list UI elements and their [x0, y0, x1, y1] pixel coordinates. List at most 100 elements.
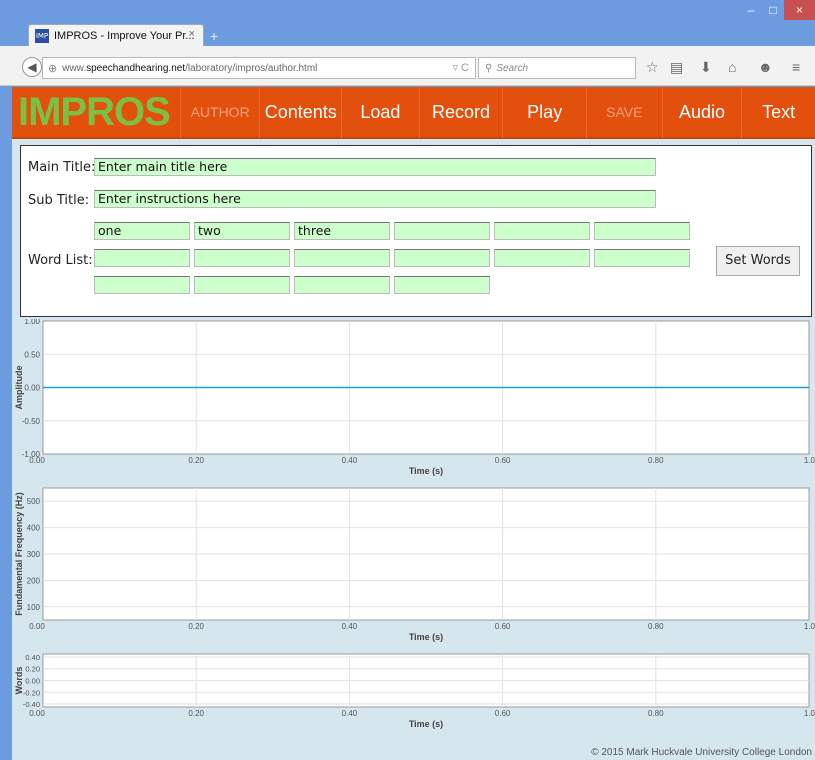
page-content: IMPROS AUTHOR Contents Load Record Play SAVE A…	[12, 86, 815, 760]
sub-title-label: Sub Title:	[28, 193, 90, 208]
browser-window: IMP IMPROS - Improve Your Pr... × + – □ …	[0, 0, 815, 760]
plot-0-x-tick-label: 0.40	[342, 456, 358, 465]
menu-item-text[interactable]: Text	[741, 86, 815, 138]
search-bar[interactable]: ⚲ Search	[478, 57, 636, 79]
menu-item-record[interactable]: Record	[418, 86, 503, 138]
hamburger-menu-icon[interactable]: ≡	[792, 59, 800, 75]
plot-1-x-axis-label: Time (s)	[409, 632, 443, 642]
word-input-10[interactable]	[394, 249, 490, 267]
plot-2-x-tick-label: 0.00	[29, 709, 45, 718]
reload-icon[interactable]: ▿ C	[452, 61, 469, 74]
plot-0-x-tick-label: 0.80	[648, 456, 664, 465]
url-prefix: www.	[62, 62, 87, 74]
plot-1-y-tick-label: 200	[27, 576, 41, 585]
home-icon[interactable]: ⌂	[728, 59, 736, 75]
new-tab-icon[interactable]: +	[210, 28, 218, 44]
word-input-11[interactable]	[494, 249, 590, 267]
plot-1-x-tick-label: 0.20	[188, 622, 204, 631]
plot-2-x-tick-label: 0.80	[648, 709, 664, 718]
plot-2-x-tick-label: 0.40	[342, 709, 358, 718]
plot-2-y-tick-label: -0.20	[23, 688, 40, 697]
plot-2-x-axis-label: Time (s)	[409, 719, 443, 729]
globe-icon: ⊕	[48, 62, 58, 75]
plot-0-y-tick-label: -1.00	[22, 450, 41, 459]
search-icon: ⚲	[485, 62, 493, 74]
word-list-label: Word List:	[28, 253, 93, 268]
word-input-16[interactable]	[394, 276, 490, 294]
url-bar[interactable]: ⊕ www. speechandhearing.net/laboratory/im…	[42, 57, 476, 79]
plot-2-x-tick-label: 0.60	[495, 709, 511, 718]
plot-2-y-tick-label: 0.40	[25, 653, 40, 662]
word-input-14[interactable]	[194, 276, 290, 294]
chat-icon[interactable]: ☻	[758, 59, 773, 75]
word-input-2[interactable]: two	[194, 222, 290, 240]
author-panel: Main Title: Enter main title here Sub Ti…	[20, 145, 812, 317]
browser-tab[interactable]: IMP IMPROS - Improve Your Pr... ×	[28, 24, 204, 46]
word-input-12[interactable]	[594, 249, 690, 267]
main-title-label: Main Title:	[28, 160, 96, 175]
plot-2-y-tick-label: 0.20	[25, 665, 40, 674]
word-input-3[interactable]: three	[294, 222, 390, 240]
plot-1-x-tick-label: 0.60	[495, 622, 511, 631]
plot-0-y-axis-label: Amplitude	[14, 366, 24, 410]
url-host: speechandhearing.net	[86, 62, 186, 74]
plot-0-y-tick-label: 0.50	[24, 350, 40, 359]
menu-item-author[interactable]: AUTHOR	[179, 86, 260, 138]
word-input-1[interactable]: one	[94, 222, 190, 240]
main-menu: IMPROS AUTHOR Contents Load Record Play SAVE A…	[12, 86, 815, 139]
reading-list-icon[interactable]: ▤	[670, 59, 683, 76]
plot-0-x-axis-label: Time (s)	[409, 466, 443, 476]
back-arrow-icon[interactable]: ◀	[22, 57, 42, 77]
plot-0-x-tick-label: 0.20	[188, 456, 204, 465]
favicon-icon: IMP	[35, 28, 49, 43]
plot-2-y-tick-label: -0.40	[23, 700, 40, 709]
plot-2-x-tick-label: 0.20	[188, 709, 204, 718]
plots-area: 0.00 0.20 0.40 0.60 0.80 1.0 -1.00 -0.50 0.00 0.5…	[14, 319, 815, 729]
word-input-7[interactable]	[94, 249, 190, 267]
word-input-8[interactable]	[194, 249, 290, 267]
menu-item-contents[interactable]: Contents	[259, 86, 341, 138]
main-title-input[interactable]: Enter main title here	[94, 158, 656, 176]
tab-close-icon[interactable]: ×	[189, 28, 195, 40]
plot-1-x-tick-label: 1.0	[804, 622, 815, 631]
plot-1-x-tick-label: 0.00	[29, 622, 45, 631]
plot-0-y-tick-label: -0.50	[22, 417, 41, 426]
download-icon[interactable]: ⬇	[700, 59, 712, 76]
plot-1-x-tick-label: 0.80	[648, 622, 664, 631]
menu-item-save[interactable]: SAVE	[586, 86, 662, 138]
set-words-button[interactable]: Set Words	[716, 246, 800, 276]
url-path: /laboratory/impros/author.html	[185, 62, 318, 74]
copyright-text: © 2015 Mark Huckvale University College …	[591, 747, 812, 758]
plot-0-x-tick-label: 0.60	[495, 456, 511, 465]
tab-title: IMPROS - Improve Your Pr...	[54, 29, 195, 42]
bookmark-star-icon[interactable]: ☆	[646, 59, 659, 76]
plot-1-x-tick-label: 0.40	[342, 622, 358, 631]
plot-2-x-tick-label: 1.0	[804, 709, 815, 718]
word-input-6[interactable]	[594, 222, 690, 240]
word-input-15[interactable]	[294, 276, 390, 294]
plot-1-y-tick-label: 100	[27, 603, 41, 612]
word-input-4[interactable]	[394, 222, 490, 240]
plot-1-y-tick-label: 400	[27, 524, 41, 533]
impros-logo: IMPROS	[18, 90, 171, 134]
navigation-bar: ◀ ⊕ www. speechandhearing.net/laboratory/…	[0, 46, 815, 86]
word-input-5[interactable]	[494, 222, 590, 240]
sub-title-input[interactable]: Enter instructions here	[94, 190, 656, 208]
plot-2-y-axis-label: Words	[14, 667, 24, 695]
title-bar: IMP IMPROS - Improve Your Pr... × + – □ …	[0, 0, 815, 46]
menu-item-load[interactable]: Load	[341, 86, 419, 138]
word-input-13[interactable]	[94, 276, 190, 294]
close-window-button[interactable]: ×	[784, 0, 815, 20]
search-placeholder: Search	[496, 62, 529, 74]
maximize-button[interactable]: □	[762, 0, 784, 20]
minimize-button[interactable]: –	[740, 0, 762, 20]
menu-item-audio[interactable]: Audio	[661, 86, 742, 138]
plot-0-x-tick-label: 1.0	[804, 456, 815, 465]
plot-2-y-tick-label: 0.00	[25, 677, 40, 686]
menu-item-play[interactable]: Play	[502, 86, 586, 138]
plot-0-y-tick-label: 0.00	[24, 384, 40, 393]
plot-0-y-tick-label: 1.00	[24, 319, 40, 326]
plot-1-y-tick-label: 500	[27, 497, 41, 506]
word-input-9[interactable]	[294, 249, 390, 267]
plot-1-y-axis-label: Fundamental Frequency (Hz)	[14, 492, 24, 616]
